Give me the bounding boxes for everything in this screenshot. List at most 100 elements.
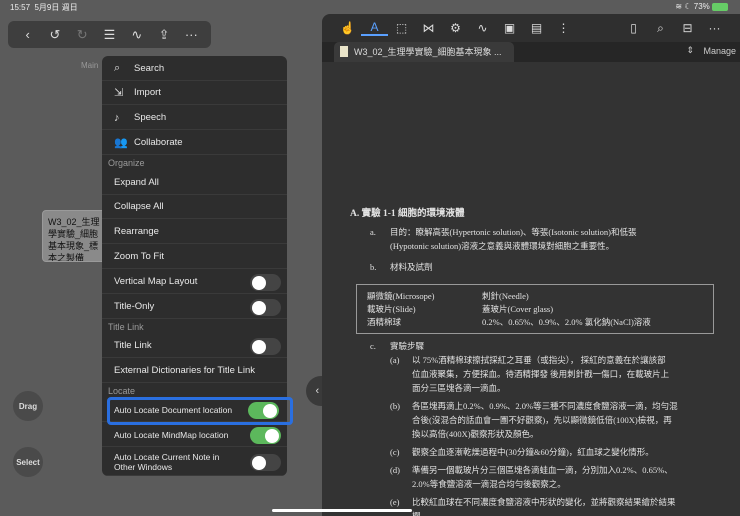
more-icon[interactable]: ··· (701, 21, 728, 35)
section-heading: A. 實驗 1-1 細胞的環境液體 (350, 209, 465, 219)
image-icon[interactable]: ▤ (523, 21, 550, 35)
battery-icon (712, 2, 728, 11)
label: Vertical Map Layout (114, 276, 198, 287)
title-link-header: Title Link (108, 322, 144, 332)
step-text: 觀察全血逐漸乾燥過程中(30分鐘&60分鐘)，紅血球之變化情形。 (412, 447, 654, 457)
menu-vertical-map-layout: Vertical Map Layout (102, 270, 287, 294)
undo-icon[interactable]: ↺ (45, 27, 65, 43)
step-label: (e) (390, 497, 400, 507)
menu-zoom-to-fit[interactable]: Zoom To Fit (102, 245, 287, 269)
item-label: a. (370, 227, 376, 237)
collaborate-icon: 👥 (114, 137, 128, 149)
title-only-toggle[interactable] (250, 299, 281, 316)
organize-header: Organize (108, 158, 145, 168)
date: 5月9日 週日 (34, 3, 78, 12)
materials-table: 顯微鏡(Microsope) 刺針(Needle) 載玻片(Slide) 蓋玻片… (356, 284, 714, 334)
pdf-content: A. 實驗 1-1 細胞的環境液體 a. 目的：瞭解高張(Hypertonic … (322, 62, 740, 516)
menu-auto-locate-mindmap: Auto Locate MindMap location (102, 423, 287, 447)
left-toolbar: ‹ ↺ ↻ ☰ ∿ ⇪ ··· (8, 21, 211, 48)
menu-search[interactable]: ⌕ Search (102, 57, 287, 81)
label: Auto Locate MindMap location (114, 429, 229, 440)
step-label: (d) (390, 465, 400, 475)
screenshot-icon[interactable]: ⚙ (442, 21, 469, 35)
search-icon[interactable]: ⌕ (647, 21, 674, 36)
import-icon: ⇲ (114, 87, 124, 99)
battery-percent: 73% (693, 2, 710, 11)
step-text: 面分三區塊各滴一滴血。 (412, 383, 506, 393)
select-button[interactable]: Select (13, 447, 43, 477)
moon-icon: ☾ (684, 2, 692, 11)
auto-locate-mindmap-toggle[interactable] (250, 427, 281, 444)
step-text: 合後(沒混合的話血會一團不好觀察)，先以顯微鏡低倍(100X)檢視，再 (412, 415, 672, 425)
locate-header: Locate (108, 386, 136, 396)
more-icon[interactable]: ··· (181, 27, 201, 42)
back-icon[interactable]: ‹ (18, 27, 38, 42)
menu-external-dictionaries[interactable]: External Dictionaries for Title Link (102, 359, 287, 383)
item-label: b. (370, 262, 377, 272)
step-text: 各區塊再滴上0.2%、0.9%、2.0%等三種不同濃度食鹽溶液一滴，均勻混 (412, 401, 678, 411)
vertical-map-layout-toggle[interactable] (250, 274, 281, 291)
step-text: 位血液聚集，方便採血。待酒精揮發 後用刺針戳一傷口，在載玻片上 (412, 369, 670, 379)
hand-icon[interactable]: ☝ (334, 21, 361, 35)
main-label: Main (81, 61, 99, 70)
drag-button[interactable]: Drag (13, 391, 43, 421)
speech-icon: ♪ (114, 111, 120, 124)
label: Auto Locate Current Note in Other Window… (114, 451, 220, 472)
outline-icon[interactable]: ☰ (99, 27, 119, 43)
item-text: (Hypotonic solution)溶液之意義與液體環境對細胞之重要性。 (390, 241, 615, 251)
step-label: (a) (390, 355, 400, 365)
highlight-box (107, 397, 293, 425)
label: Speech (134, 112, 167, 123)
label: Import (134, 87, 161, 98)
auto-locate-current-toggle[interactable] (250, 454, 281, 471)
status-right: ≋ ☾ 73% (675, 2, 728, 11)
menu-collapse-all[interactable]: Collapse All (102, 195, 287, 219)
title-link-toggle[interactable] (250, 338, 281, 355)
home-indicator (272, 509, 412, 512)
item-text: 實驗步驟 (390, 341, 425, 351)
step-label: (c) (390, 447, 400, 457)
area-text-icon[interactable]: ⋮ (550, 21, 577, 35)
rectangle-select-icon[interactable]: ⬚ (388, 21, 415, 35)
cell: 0.2%、0.65%、0.9%、2.0% 氯化鈉(NaCl)溶液 (482, 317, 651, 327)
document-panel: ☝ A ⬚ ⋈ ⚙ ∿ ▣ ▤ ⋮ ▯ ⌕ ⊟ ··· W3_02_生理學實驗_… (322, 14, 740, 516)
cell: 顯微鏡(Microsope) (367, 291, 435, 301)
tab-title: W3_02_生理學實驗_細胞基本現象 ... (354, 47, 502, 57)
label: Title Link (114, 340, 152, 351)
status-time: 15:57 5月9日 週日 (10, 2, 78, 13)
document-icon[interactable]: ▯ (620, 21, 647, 35)
item-text: 材料及試劑 (390, 262, 433, 272)
manage-button[interactable]: Manage (703, 46, 736, 56)
menu-speech[interactable]: ♪ Speech (102, 106, 287, 130)
search-icon: ⌕ (114, 62, 121, 74)
item-label: c. (370, 341, 376, 351)
document-tab[interactable]: W3_02_生理學實驗_細胞基本現象 ... (334, 42, 514, 62)
cell: 酒精棉球 (367, 317, 402, 327)
cell: 蓋玻片(Cover glass) (482, 304, 554, 314)
step-label: (b) (390, 401, 400, 411)
file-icon (340, 46, 348, 57)
label: Title-Only (114, 301, 155, 312)
share-icon[interactable]: ⇪ (154, 27, 174, 43)
document-toolbar: ☝ A ⬚ ⋈ ⚙ ∿ ▣ ▤ ⋮ ▯ ⌕ ⊟ ··· (322, 14, 740, 42)
redo-icon[interactable]: ↻ (72, 27, 92, 43)
highlighter-icon[interactable]: A (361, 20, 388, 36)
cell: 載玻片(Slide) (367, 304, 416, 314)
text-box-icon[interactable]: ▣ (496, 21, 523, 35)
menu-title-only: Title-Only (102, 295, 287, 319)
menu-import[interactable]: ⇲ Import (102, 81, 287, 105)
item-text: 目的：瞭解高張(Hypertonic solution)、等張(Isotonic… (390, 227, 637, 237)
sort-icon[interactable]: ⇕ (686, 45, 694, 56)
menu-collaborate[interactable]: 👥 Collaborate (102, 131, 287, 155)
menu-rearrange[interactable]: Rearrange (102, 220, 287, 244)
wifi-icon: ≋ (675, 2, 683, 11)
menu-expand-all[interactable]: Expand All (102, 171, 287, 195)
pen-icon[interactable]: ∿ (127, 27, 147, 43)
lasso-icon[interactable]: ⋈ (415, 21, 442, 35)
pen-icon[interactable]: ∿ (469, 21, 496, 35)
menu-auto-locate-current: Auto Locate Current Note in Other Window… (102, 448, 287, 476)
bookmark-icon[interactable]: ⊟ (674, 21, 701, 35)
tab-bar: W3_02_生理學實驗_細胞基本現象 ... ⇕ Manage (322, 42, 740, 62)
step-text: 以 75%酒精棉球擦拭採紅之耳垂（或指尖）， 採紅的意義在於讓該部 (412, 355, 666, 365)
label: Search (134, 63, 165, 74)
